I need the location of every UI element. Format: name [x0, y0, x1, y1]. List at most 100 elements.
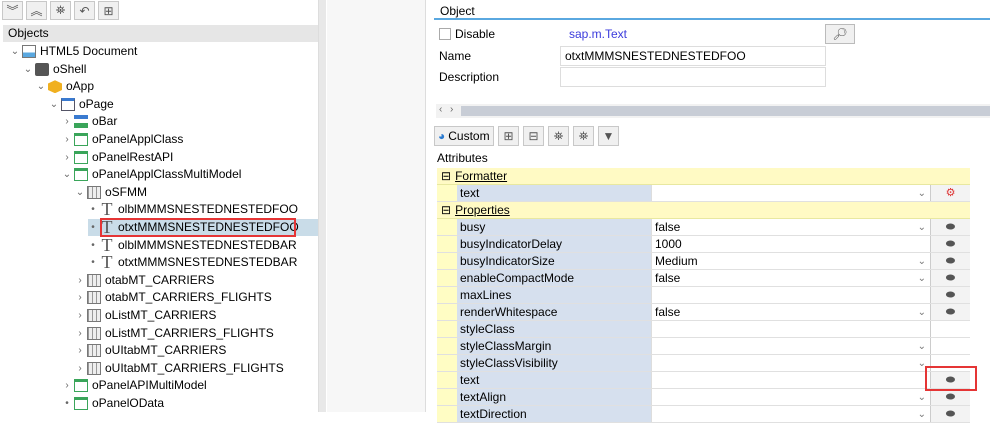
- binding-button[interactable]: ⬬: [930, 270, 970, 286]
- find-next-button[interactable]: ⛯: [573, 126, 594, 146]
- scrollbar-thumb[interactable]: [461, 106, 990, 116]
- attribute-value[interactable]: ⌄: [651, 389, 930, 405]
- attribute-value[interactable]: false ⌄: [651, 219, 930, 235]
- filter-button[interactable]: ▼: [598, 126, 619, 146]
- chevron-down-icon[interactable]: ⌄: [918, 338, 926, 355]
- chevron-down-icon[interactable]: ⌄: [918, 219, 926, 236]
- collapse-icon[interactable]: ⊟: [441, 203, 451, 217]
- properties-section[interactable]: ⊟ Properties: [437, 202, 970, 219]
- chevron-down-icon[interactable]: ⌄: [75, 184, 85, 201]
- formatter-button[interactable]: ⚙: [930, 185, 970, 201]
- tree-item[interactable]: › otabMT_CARRIERS: [75, 272, 214, 289]
- binding-button[interactable]: ⬬: [930, 219, 970, 235]
- binding-button[interactable]: ⬬: [930, 287, 970, 303]
- leaf-bullet-icon[interactable]: •: [88, 201, 98, 218]
- chevron-right-icon[interactable]: ›: [75, 272, 85, 289]
- chevron-down-icon[interactable]: ⌄: [918, 185, 926, 202]
- leaf-bullet-icon[interactable]: •: [88, 254, 98, 271]
- tree-item[interactable]: ⌄ oApp: [36, 78, 94, 95]
- chevron-down-icon[interactable]: ⌄: [36, 78, 46, 95]
- tree-item[interactable]: ⌄ oPage: [49, 96, 114, 113]
- tree-item[interactable]: › oPanelAPIMultiModel: [62, 377, 207, 394]
- attribute-value[interactable]: false ⌄: [651, 270, 930, 286]
- chevron-right-icon[interactable]: ›: [62, 377, 72, 394]
- tree-item[interactable]: ⌄ oShell: [23, 61, 86, 78]
- tree-item[interactable]: › oPanelApplClass: [62, 131, 183, 148]
- tree-item[interactable]: › oBar: [62, 113, 117, 130]
- binding-button[interactable]: ⬬: [930, 304, 970, 320]
- chevron-down-icon[interactable]: ⌄: [49, 96, 59, 113]
- tree-item[interactable]: ⌄ oPanelApplClassMultiModel: [62, 166, 241, 183]
- tree-item[interactable]: • TolblMMMSNESTEDNESTEDBAR: [88, 236, 296, 254]
- name-field[interactable]: otxtMMMSNESTEDNESTEDFOO: [560, 46, 826, 66]
- checkbox-box[interactable]: [439, 28, 451, 40]
- tree-item[interactable]: › oListMT_CARRIERS_FLIGHTS: [75, 325, 274, 342]
- attribute-value[interactable]: ⌄: [651, 338, 930, 354]
- attribute-row-busy: busy false ⌄ ⬬: [437, 219, 970, 236]
- collapse-button[interactable]: ⊟: [523, 126, 544, 146]
- hierarchy-button[interactable]: ⊞: [98, 1, 119, 20]
- tree-item[interactable]: › otabMT_CARRIERS_FLIGHTS: [75, 289, 272, 306]
- chevron-down-icon[interactable]: ⌄: [62, 166, 72, 183]
- collapse-icon[interactable]: ⊟: [441, 169, 451, 183]
- attributes-grid: ⊟ Formatter text ⌄ ⚙ ⊟ Properties busy fals…: [437, 168, 970, 423]
- objects-panel: ︾ ︽ ⛯ ↶ ⊞ Objects ⌄ HTML5 Document ⌄ oShell ⌄ oAp…: [0, 0, 318, 412]
- chevron-down-icon[interactable]: ⌄: [918, 406, 926, 423]
- chevron-right-icon[interactable]: ›: [62, 113, 72, 130]
- chevron-right-icon[interactable]: ›: [62, 149, 72, 166]
- tree-item[interactable]: › oListMT_CARRIERS: [75, 307, 216, 324]
- tree-item[interactable]: ⌄ oSFMM: [75, 184, 147, 201]
- attribute-value[interactable]: ⌄: [651, 185, 930, 201]
- tree-item[interactable]: • oPanelOData: [62, 395, 164, 412]
- custom-button[interactable]: ◕ Custom: [434, 126, 494, 146]
- chevron-right-icon[interactable]: ›: [62, 131, 72, 148]
- chevron-right-icon[interactable]: ›: [75, 360, 85, 377]
- chevron-down-icon[interactable]: ⌄: [10, 43, 20, 60]
- attribute-value[interactable]: [651, 287, 930, 303]
- attribute-value[interactable]: ⌄: [651, 355, 930, 371]
- leaf-bullet-icon[interactable]: •: [88, 219, 98, 236]
- chevron-right-icon[interactable]: ›: [75, 342, 85, 359]
- attribute-value[interactable]: [651, 372, 930, 388]
- chevron-right-icon[interactable]: ›: [75, 307, 85, 324]
- leaf-bullet-icon[interactable]: •: [88, 237, 98, 254]
- find-button[interactable]: ⛯: [548, 126, 569, 146]
- binding-button[interactable]: ⬬: [930, 236, 970, 252]
- attribute-value[interactable]: 1000: [651, 236, 930, 252]
- chevron-down-icon[interactable]: ⌄: [918, 304, 926, 321]
- tree-item[interactable]: • TotxtMMMSNESTEDNESTEDBAR: [88, 253, 297, 271]
- attribute-value[interactable]: false ⌄: [651, 304, 930, 320]
- formatter-section[interactable]: ⊟ Formatter: [437, 168, 970, 185]
- chevron-right-icon[interactable]: ›: [75, 325, 85, 342]
- expand-all-button[interactable]: ︾: [2, 1, 23, 20]
- tree-item[interactable]: ⌄ HTML5 Document: [10, 43, 137, 60]
- expand-button[interactable]: ⊞: [498, 126, 519, 146]
- chevron-down-icon[interactable]: ⌄: [918, 389, 926, 406]
- binding-button[interactable]: ⬬: [930, 406, 970, 422]
- collapse-all-button[interactable]: ︽: [26, 1, 47, 20]
- leaf-bullet-icon[interactable]: •: [62, 395, 72, 412]
- attribute-value[interactable]: ⌄: [651, 406, 930, 422]
- attribute-value[interactable]: Medium ⌄: [651, 253, 930, 269]
- help-button[interactable]: 🔎︎: [825, 24, 855, 44]
- disable-checkbox[interactable]: Disable: [439, 24, 495, 44]
- chevron-down-icon[interactable]: ⌄: [918, 253, 926, 270]
- attribute-value[interactable]: [651, 321, 930, 337]
- tree-item[interactable]: › oUItabMT_CARRIERS_FLIGHTS: [75, 360, 284, 377]
- binding-button[interactable]: ⬬: [930, 389, 970, 405]
- tree-scrollbar[interactable]: [318, 0, 326, 412]
- scroll-left-icon[interactable]: ‹: [439, 104, 442, 115]
- chevron-down-icon[interactable]: ⌄: [23, 61, 33, 78]
- binoculars-button[interactable]: ⛯: [50, 1, 71, 20]
- tree-item[interactable]: › oUItabMT_CARRIERS: [75, 342, 226, 359]
- tree-item[interactable]: › oPanelRestAPI: [62, 149, 173, 166]
- scroll-right-icon[interactable]: ›: [450, 104, 453, 115]
- binding-button[interactable]: ⬬: [930, 253, 970, 269]
- description-field[interactable]: [560, 67, 826, 87]
- chevron-right-icon[interactable]: ›: [75, 289, 85, 306]
- tree-item[interactable]: • TolblMMMSNESTEDNESTEDFOO: [88, 200, 298, 218]
- undo-button[interactable]: ↶: [74, 1, 95, 20]
- horizontal-scrollbar[interactable]: ‹ ›: [436, 104, 990, 118]
- object-type-link[interactable]: sap.m.Text: [569, 24, 627, 44]
- chevron-down-icon[interactable]: ⌄: [918, 270, 926, 287]
